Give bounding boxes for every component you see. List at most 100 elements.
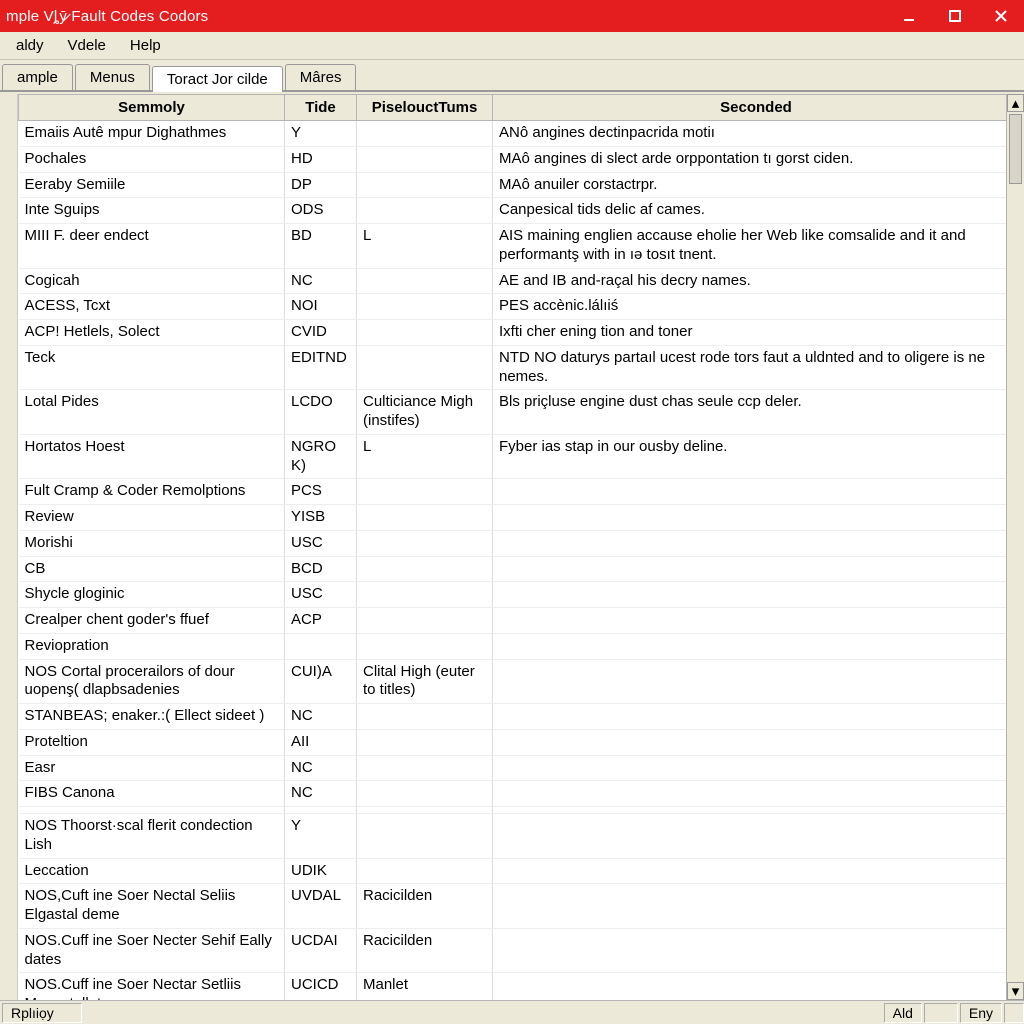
cell-tide[interactable] bbox=[285, 633, 357, 659]
cell-sem[interactable]: NOS Thoorst·scal flerit condection Lish bbox=[19, 814, 285, 859]
cell-sem[interactable]: FIBS Canona bbox=[19, 781, 285, 807]
cell-sem[interactable]: MIII F. deer endect bbox=[19, 224, 285, 269]
cell-pse[interactable]: Racicilden bbox=[357, 928, 493, 973]
cell-sec[interactable]: Canpesical tids delic af cames. bbox=[493, 198, 1020, 224]
table-row[interactable]: ACP! Hetlels, SolectCVIDIxfti cher ening… bbox=[19, 320, 1020, 346]
cell-pse[interactable]: Culticiance Migh (instifes) bbox=[357, 390, 493, 435]
cell-pse[interactable] bbox=[357, 530, 493, 556]
cell-tide[interactable]: NOI bbox=[285, 294, 357, 320]
cell-sem[interactable]: Morishi bbox=[19, 530, 285, 556]
cell-sem[interactable]: NOS.Cuff ine Soer Nectar Setliis Megesto… bbox=[19, 973, 285, 1000]
cell-sem[interactable]: Proteltion bbox=[19, 729, 285, 755]
table-row[interactable]: Lotal PidesLCDOCulticiance Migh (instife… bbox=[19, 390, 1020, 435]
table-row[interactable]: Reviopration bbox=[19, 633, 1020, 659]
cell-sem[interactable]: Eeraby Semiile bbox=[19, 172, 285, 198]
cell-tide[interactable]: NC bbox=[285, 268, 357, 294]
cell-sec[interactable] bbox=[493, 973, 1020, 1000]
cell-pse[interactable] bbox=[357, 781, 493, 807]
cell-sem[interactable]: Cogicah bbox=[19, 268, 285, 294]
cell-sec[interactable] bbox=[493, 814, 1020, 859]
cell-tide[interactable]: ODS bbox=[285, 198, 357, 224]
cell-sem[interactable]: NOS Cortal procerailors of dour uopenş( … bbox=[19, 659, 285, 704]
cell-pse[interactable]: Racicilden bbox=[357, 884, 493, 929]
table-row[interactable]: MorishiUSC bbox=[19, 530, 1020, 556]
cell-sem[interactable] bbox=[19, 807, 285, 814]
cell-sec[interactable] bbox=[493, 928, 1020, 973]
table-row[interactable]: NOS,Cuft ine Soer Nectal Seliis Elgastal… bbox=[19, 884, 1020, 929]
cell-pse[interactable] bbox=[357, 704, 493, 730]
table-row[interactable]: Inte SguipsODSCanpesical tids delic af c… bbox=[19, 198, 1020, 224]
cell-pse[interactable] bbox=[357, 294, 493, 320]
cell-pse[interactable] bbox=[357, 807, 493, 814]
cell-pse[interactable]: L bbox=[357, 434, 493, 479]
menu-item-2[interactable]: Help bbox=[118, 33, 173, 58]
cell-sec[interactable]: MAô angines di slect arde orppontation t… bbox=[493, 146, 1020, 172]
cell-tide[interactable]: USC bbox=[285, 530, 357, 556]
cell-tide[interactable]: UCICD bbox=[285, 973, 357, 1000]
cell-sem[interactable]: Emaiis Autê mpur Dighathmes bbox=[19, 121, 285, 147]
cell-sec[interactable]: Bls priçluse engine dust chas seule ccp … bbox=[493, 390, 1020, 435]
menu-item-1[interactable]: Vdele bbox=[56, 33, 118, 58]
cell-tide[interactable]: EDITND bbox=[285, 345, 357, 390]
table-row[interactable]: Shycle gloginicUSC bbox=[19, 582, 1020, 608]
cell-pse[interactable] bbox=[357, 479, 493, 505]
maximize-button[interactable] bbox=[932, 2, 978, 30]
cell-sec[interactable]: MAô anuiler corstactrpr. bbox=[493, 172, 1020, 198]
cell-sec[interactable]: NTD NO daturys partaıl ucest rode tors f… bbox=[493, 345, 1020, 390]
cell-sem[interactable]: Fult Cramp & Coder Remolptions bbox=[19, 479, 285, 505]
cell-tide[interactable]: UDIK bbox=[285, 858, 357, 884]
cell-sec[interactable]: AE and IB and-raçal his decry names. bbox=[493, 268, 1020, 294]
cell-sem[interactable]: Lotal Pides bbox=[19, 390, 285, 435]
cell-sec[interactable]: Fyber ias stap in our ousby deline. bbox=[493, 434, 1020, 479]
table-row[interactable]: NOS.Cuff ine Soer Nectar Setliis Megesto… bbox=[19, 973, 1020, 1000]
cell-tide[interactable]: UVDAL bbox=[285, 884, 357, 929]
cell-tide[interactable]: DP bbox=[285, 172, 357, 198]
cell-sem[interactable]: Shycle gloginic bbox=[19, 582, 285, 608]
cell-sec[interactable] bbox=[493, 704, 1020, 730]
cell-tide[interactable]: LCDO bbox=[285, 390, 357, 435]
cell-pse[interactable] bbox=[357, 146, 493, 172]
cell-pse[interactable] bbox=[357, 633, 493, 659]
col-header-semmoly[interactable]: Semmoly bbox=[19, 95, 285, 121]
cell-sem[interactable]: Leccation bbox=[19, 858, 285, 884]
cell-tide[interactable]: BD bbox=[285, 224, 357, 269]
cell-sem[interactable]: CB bbox=[19, 556, 285, 582]
cell-sem[interactable]: Teck bbox=[19, 345, 285, 390]
cell-sem[interactable]: STANBEAS; enaker.:( Ellect sideet ) bbox=[19, 704, 285, 730]
menu-item-0[interactable]: aldy bbox=[4, 33, 56, 58]
cell-tide[interactable]: YISB bbox=[285, 505, 357, 531]
scroll-down-button[interactable]: ▾ bbox=[1007, 982, 1024, 1000]
table-row[interactable]: PochalesHDMAô angines di slect arde orpp… bbox=[19, 146, 1020, 172]
close-button[interactable] bbox=[978, 2, 1024, 30]
cell-tide[interactable]: Y bbox=[285, 121, 357, 147]
cell-sec[interactable] bbox=[493, 505, 1020, 531]
col-header-tide[interactable]: Tide bbox=[285, 95, 357, 121]
table-row[interactable]: CBBCD bbox=[19, 556, 1020, 582]
cell-pse[interactable] bbox=[357, 814, 493, 859]
cell-pse[interactable] bbox=[357, 608, 493, 634]
cell-sec[interactable] bbox=[493, 479, 1020, 505]
cell-sec[interactable]: Ixfti cher ening tion and toner bbox=[493, 320, 1020, 346]
cell-sem[interactable]: NOS,Cuft ine Soer Nectal Seliis Elgastal… bbox=[19, 884, 285, 929]
cell-sec[interactable] bbox=[493, 556, 1020, 582]
cell-sem[interactable]: Hortatos Hoest bbox=[19, 434, 285, 479]
col-header-pse[interactable]: PiselouctTums bbox=[357, 95, 493, 121]
table-row[interactable]: NOS Thoorst·scal flerit condection LishY bbox=[19, 814, 1020, 859]
table-row[interactable]: Fult Cramp & Coder RemolptionsPCS bbox=[19, 479, 1020, 505]
cell-pse[interactable] bbox=[357, 121, 493, 147]
cell-sec[interactable] bbox=[493, 530, 1020, 556]
cell-pse[interactable] bbox=[357, 268, 493, 294]
tab-1[interactable]: Menus bbox=[75, 64, 150, 90]
cell-pse[interactable] bbox=[357, 729, 493, 755]
table-row[interactable]: STANBEAS; enaker.:( Ellect sideet )NC bbox=[19, 704, 1020, 730]
table-row[interactable]: TeckEDITND NTD NO daturys partaıl ucest r… bbox=[19, 345, 1020, 390]
table-row[interactable]: Emaiis Autê mpur DighathmesYANô angines … bbox=[19, 121, 1020, 147]
scroll-thumb[interactable] bbox=[1009, 114, 1022, 184]
table-row[interactable]: NOS.Cuff ine Soer Necter Sehif Eally dat… bbox=[19, 928, 1020, 973]
cell-pse[interactable] bbox=[357, 198, 493, 224]
cell-sec[interactable] bbox=[493, 608, 1020, 634]
cell-tide[interactable]: CUI)A bbox=[285, 659, 357, 704]
table-row[interactable]: ReviewYISB bbox=[19, 505, 1020, 531]
cell-tide[interactable]: NGRO K) bbox=[285, 434, 357, 479]
table-row[interactable]: LeccationUDIK bbox=[19, 858, 1020, 884]
